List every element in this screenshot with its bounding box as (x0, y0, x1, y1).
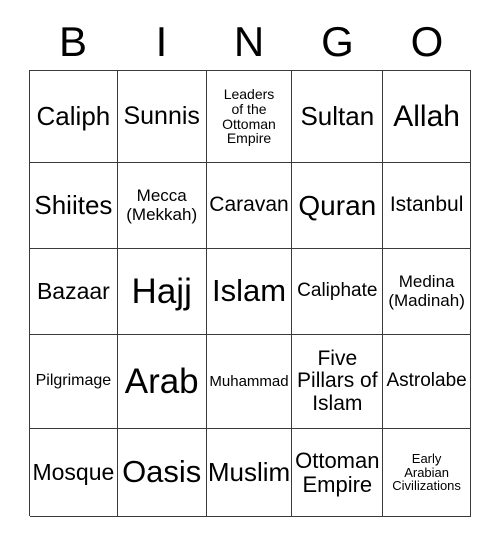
bingo-row: Shiites Mecca (Mekkah) Caravan Quran Istanbu… (30, 163, 471, 249)
bingo-cell-r3-c2[interactable]: Hajj (117, 249, 207, 335)
bingo-cell-r4-c2[interactable]: Arab (117, 335, 207, 429)
bingo-cell-r1-c4[interactable]: Sultan (292, 71, 384, 163)
bingo-cell-label: Caliphate (297, 280, 378, 302)
bingo-cell-label: Caliph (36, 100, 111, 131)
bingo-cell-label: Muslim (207, 456, 291, 487)
bingo-cell-r3-c4[interactable]: Caliphate (292, 249, 384, 335)
bingo-cell-label: Islam (211, 273, 287, 309)
bingo-cell-label: Quran (298, 189, 377, 221)
bingo-cell-r5-c5[interactable]: Early Arabian Civilizations (383, 429, 471, 517)
bingo-cell-label: Medina (Madinah) (388, 272, 465, 310)
bingo-cell-r4-c4[interactable]: Five Pillars of Islam (292, 335, 384, 429)
bingo-cell-r1-c3[interactable]: Leaders of the Ottoman Empire (206, 71, 293, 163)
bingo-header: BINGO (29, 14, 471, 70)
bingo-cell-r4-c3[interactable]: Muhammad (206, 335, 293, 429)
bingo-cell-r1-c5[interactable]: Allah (383, 71, 471, 163)
bingo-cell-label: Bazaar (36, 278, 110, 305)
bingo-cell-r2-c2[interactable]: Mecca (Mekkah) (117, 163, 207, 249)
bingo-cell-label: Sultan (300, 100, 375, 131)
bingo-cell-label: Pilgrimage (35, 372, 112, 390)
bingo-cell-r3-c1[interactable]: Bazaar (30, 249, 118, 335)
bingo-cell-r5-c1[interactable]: Mosque (30, 429, 118, 517)
bingo-cell-r4-c5[interactable]: Astrolabe (383, 335, 471, 429)
bingo-header-letter-i: I (155, 18, 168, 65)
bingo-cell-label: Five Pillars of Islam (297, 347, 378, 415)
bingo-cell-label: Mecca (Mekkah) (126, 186, 198, 224)
bingo-cell-r2-c4[interactable]: Quran (292, 163, 384, 249)
bingo-header-letter-b: B (58, 18, 87, 65)
bingo-cell-label: Arab (124, 361, 199, 401)
bingo-cell-label: Istanbul (389, 193, 464, 217)
bingo-cell-label: Hajj (131, 271, 192, 311)
bingo-cell-r5-c2[interactable]: Oasis (117, 429, 207, 517)
bingo-cell-r5-c3[interactable]: Muslim (206, 429, 293, 517)
bingo-row: Bazaar Hajj Islam Caliphate Medina (Madinah) (30, 249, 471, 335)
bingo-cell-r3-c5[interactable]: Medina (Madinah) (383, 249, 471, 335)
bingo-card: B I N G O Caliph Sunnis Leaders of the Ottoman… (0, 0, 500, 544)
bingo-cell-label: Muhammad (209, 372, 289, 390)
bingo-cell-r3-c3[interactable]: Islam (206, 249, 293, 335)
bingo-row: Pilgrimage Arab Muhammad Five Pillars of Is… (30, 335, 471, 429)
bingo-cell-label: Shiites (34, 189, 113, 220)
bingo-grid: Caliph Sunnis Leaders of the Ottoman Empir… (29, 70, 471, 517)
bingo-header-letter-n: N (233, 18, 265, 65)
bingo-cell-r4-c1[interactable]: Pilgrimage (30, 335, 118, 429)
bingo-cell-label: Mosque (32, 459, 115, 486)
bingo-cell-r2-c5[interactable]: Istanbul (383, 163, 471, 249)
bingo-cell-r2-c3[interactable]: Caravan (206, 163, 293, 249)
bingo-cell-label: Leaders of the Ottoman Empire (222, 85, 276, 147)
bingo-cell-label: Ottoman Empire (295, 448, 380, 497)
bingo-cell-label: Caravan (209, 193, 289, 217)
bingo-row: Mosque Oasis Muslim Ottoman Empire Early Ara… (30, 429, 471, 517)
bingo-row: Caliph Sunnis Leaders of the Ottoman Empir… (30, 71, 471, 163)
bingo-header-letter-g: G (321, 18, 354, 65)
bingo-header-letter-o: O (410, 18, 444, 65)
bingo-cell-r2-c1[interactable]: Shiites (30, 163, 118, 249)
bingo-cell-label: Early Arabian Civilizations (392, 450, 461, 494)
bingo-cell-label: Oasis (122, 454, 202, 490)
bingo-cell-label: Allah (393, 99, 460, 133)
bingo-cell-r1-c1[interactable]: Caliph (30, 71, 118, 163)
bingo-cell-r1-c2[interactable]: Sunnis (117, 71, 207, 163)
bingo-cell-label: Sunnis (123, 102, 200, 131)
bingo-cell-label: Astrolabe (386, 370, 467, 392)
bingo-cell-r5-c4[interactable]: Ottoman Empire (292, 429, 384, 517)
